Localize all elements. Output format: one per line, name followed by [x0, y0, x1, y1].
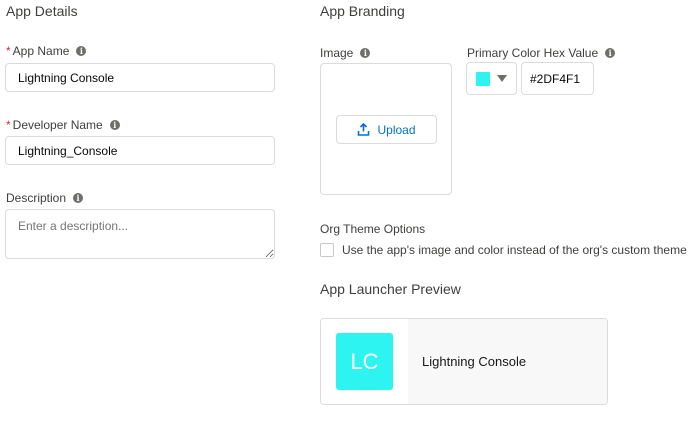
- description-textarea[interactable]: [5, 209, 275, 259]
- app-name-label: * App Name i: [6, 44, 87, 58]
- hex-color-input[interactable]: #2DF4F1: [521, 62, 594, 95]
- preview-app-name: Lightning Console: [408, 319, 607, 404]
- org-theme-label: Org Theme Options: [320, 222, 426, 236]
- upload-label: Upload: [377, 122, 416, 137]
- app-branding-heading: App Branding: [320, 3, 405, 19]
- app-initials-tile: LC: [336, 333, 393, 390]
- app-details-heading: App Details: [6, 3, 78, 19]
- chevron-down-icon: [497, 75, 507, 82]
- upload-icon: [358, 123, 370, 136]
- app-name-label-text: App Name: [12, 44, 70, 58]
- primary-color-label-text: Primary Color Hex Value: [467, 46, 599, 60]
- image-label: Image i: [320, 46, 371, 60]
- org-theme-checkbox-label[interactable]: Use the app's image and color instead of…: [342, 243, 687, 257]
- upload-button[interactable]: Upload: [336, 115, 437, 144]
- developer-name-label-text: Developer Name: [12, 118, 103, 132]
- image-label-text: Image: [320, 46, 354, 60]
- required-marker: *: [6, 44, 11, 58]
- app-name-input[interactable]: Lightning Console: [5, 63, 275, 92]
- developer-name-input[interactable]: Lightning_Console: [5, 136, 275, 165]
- developer-name-label: * Developer Name i: [6, 118, 120, 132]
- info-icon[interactable]: i: [360, 48, 371, 58]
- description-label-text: Description: [6, 191, 67, 205]
- launcher-preview-heading: App Launcher Preview: [320, 281, 461, 297]
- color-picker-button[interactable]: [466, 62, 517, 95]
- description-label: Description i: [6, 191, 84, 205]
- info-icon[interactable]: i: [109, 120, 120, 130]
- color-swatch: [476, 71, 490, 86]
- info-icon[interactable]: i: [73, 193, 84, 203]
- required-marker: *: [6, 118, 11, 132]
- info-icon[interactable]: i: [76, 46, 87, 56]
- launcher-preview-card: LC Lightning Console: [320, 318, 608, 405]
- info-icon[interactable]: i: [605, 48, 616, 58]
- org-theme-checkbox[interactable]: [320, 243, 334, 257]
- preview-tile-area: LC: [321, 319, 408, 404]
- primary-color-label: Primary Color Hex Value i: [467, 46, 616, 60]
